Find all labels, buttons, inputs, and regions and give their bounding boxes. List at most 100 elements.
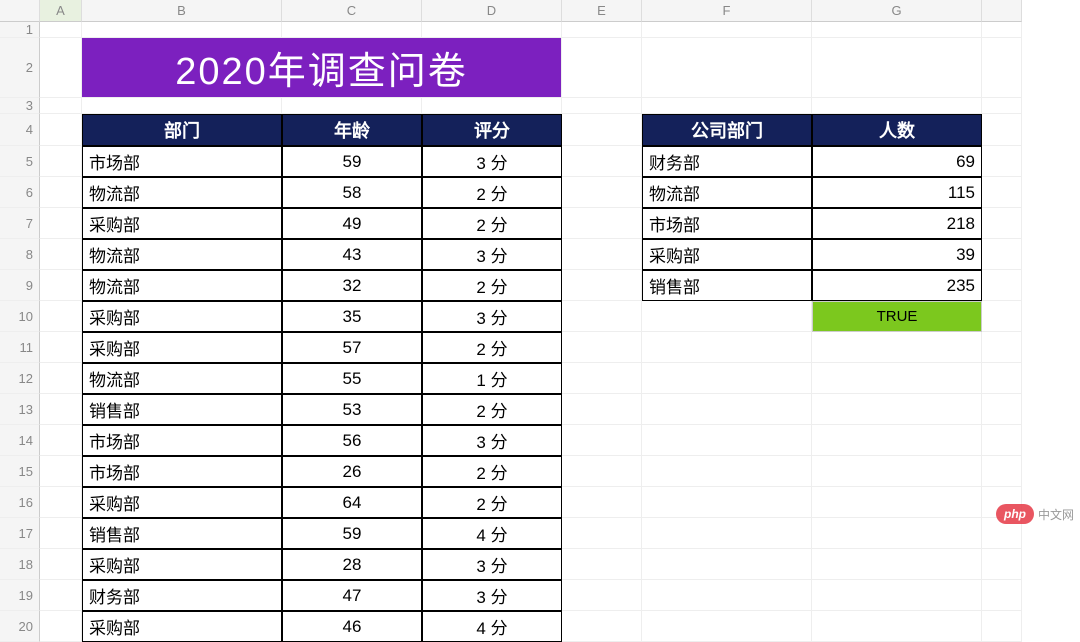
main-cell-dept-6[interactable]: 采购部 — [82, 332, 282, 363]
main-cell-dept-14[interactable]: 财务部 — [82, 580, 282, 611]
row-header-13[interactable]: 13 — [0, 394, 40, 425]
cell-H3[interactable] — [982, 98, 1022, 114]
cell-A16[interactable] — [40, 487, 82, 518]
cell-H19[interactable] — [982, 580, 1022, 611]
cell-G14[interactable] — [812, 425, 982, 456]
cell-A6[interactable] — [40, 177, 82, 208]
cell-E14[interactable] — [562, 425, 642, 456]
cell-H9[interactable] — [982, 270, 1022, 301]
cell-H18[interactable] — [982, 549, 1022, 580]
main-cell-age-10[interactable]: 26 — [282, 456, 422, 487]
main-cell-score-10[interactable]: 2 分 — [422, 456, 562, 487]
cell-A9[interactable] — [40, 270, 82, 301]
cell-G2[interactable] — [812, 38, 982, 98]
main-cell-dept-7[interactable]: 物流部 — [82, 363, 282, 394]
row-header-20[interactable]: 20 — [0, 611, 40, 642]
main-cell-age-2[interactable]: 49 — [282, 208, 422, 239]
side-cell-count-0[interactable]: 69 — [812, 146, 982, 177]
cell-D1[interactable] — [422, 22, 562, 38]
cell-H10[interactable] — [982, 301, 1022, 332]
main-cell-score-14[interactable]: 3 分 — [422, 580, 562, 611]
main-cell-dept-12[interactable]: 销售部 — [82, 518, 282, 549]
cell-G12[interactable] — [812, 363, 982, 394]
cell-F15[interactable] — [642, 456, 812, 487]
main-cell-score-0[interactable]: 3 分 — [422, 146, 562, 177]
cell-F19[interactable] — [642, 580, 812, 611]
cell-F20[interactable] — [642, 611, 812, 642]
cell-A2[interactable] — [40, 38, 82, 98]
row-header-3[interactable]: 3 — [0, 98, 40, 114]
row-header-1[interactable]: 1 — [0, 22, 40, 38]
main-cell-score-4[interactable]: 2 分 — [422, 270, 562, 301]
main-cell-dept-13[interactable]: 采购部 — [82, 549, 282, 580]
main-cell-dept-11[interactable]: 采购部 — [82, 487, 282, 518]
side-cell-count-3[interactable]: 39 — [812, 239, 982, 270]
main-cell-age-12[interactable]: 59 — [282, 518, 422, 549]
main-cell-score-1[interactable]: 2 分 — [422, 177, 562, 208]
main-header-age[interactable]: 年龄 — [282, 114, 422, 146]
cell-E1[interactable] — [562, 22, 642, 38]
cell-H6[interactable] — [982, 177, 1022, 208]
cell-H1[interactable] — [982, 22, 1022, 38]
side-cell-count-4[interactable]: 235 — [812, 270, 982, 301]
cell-E12[interactable] — [562, 363, 642, 394]
cell-G18[interactable] — [812, 549, 982, 580]
side-cell-dept-0[interactable]: 财务部 — [642, 146, 812, 177]
cell-E17[interactable] — [562, 518, 642, 549]
cell-F1[interactable] — [642, 22, 812, 38]
cell-F3[interactable] — [642, 98, 812, 114]
cell-H4[interactable] — [982, 114, 1022, 146]
cell-A17[interactable] — [40, 518, 82, 549]
cell-E7[interactable] — [562, 208, 642, 239]
row-header-8[interactable]: 8 — [0, 239, 40, 270]
survey-title[interactable]: 2020年调查问卷 — [82, 38, 562, 98]
main-cell-score-12[interactable]: 4 分 — [422, 518, 562, 549]
row-header-9[interactable]: 9 — [0, 270, 40, 301]
cell-F18[interactable] — [642, 549, 812, 580]
cell-B3[interactable] — [82, 98, 282, 114]
main-cell-score-7[interactable]: 1 分 — [422, 363, 562, 394]
row-header-10[interactable]: 10 — [0, 301, 40, 332]
cell-E15[interactable] — [562, 456, 642, 487]
main-cell-age-15[interactable]: 46 — [282, 611, 422, 642]
main-cell-age-5[interactable]: 35 — [282, 301, 422, 332]
main-header-score[interactable]: 评分 — [422, 114, 562, 146]
cell-E8[interactable] — [562, 239, 642, 270]
main-cell-score-3[interactable]: 3 分 — [422, 239, 562, 270]
cell-F17[interactable] — [642, 518, 812, 549]
cell-E13[interactable] — [562, 394, 642, 425]
select-all-corner[interactable] — [0, 0, 40, 22]
row-header-4[interactable]: 4 — [0, 114, 40, 146]
cell-F12[interactable] — [642, 363, 812, 394]
side-header-dept[interactable]: 公司部门 — [642, 114, 812, 146]
cell-A19[interactable] — [40, 580, 82, 611]
row-header-7[interactable]: 7 — [0, 208, 40, 239]
cell-C1[interactable] — [282, 22, 422, 38]
side-cell-count-1[interactable]: 115 — [812, 177, 982, 208]
cell-G1[interactable] — [812, 22, 982, 38]
main-cell-dept-5[interactable]: 采购部 — [82, 301, 282, 332]
cell-H7[interactable] — [982, 208, 1022, 239]
column-header-B[interactable]: B — [82, 0, 282, 22]
row-header-15[interactable]: 15 — [0, 456, 40, 487]
main-cell-dept-3[interactable]: 物流部 — [82, 239, 282, 270]
main-cell-age-1[interactable]: 58 — [282, 177, 422, 208]
main-cell-age-14[interactable]: 47 — [282, 580, 422, 611]
cell-H5[interactable] — [982, 146, 1022, 177]
main-cell-score-13[interactable]: 3 分 — [422, 549, 562, 580]
cell-C3[interactable] — [282, 98, 422, 114]
main-cell-age-4[interactable]: 32 — [282, 270, 422, 301]
cell-F10[interactable] — [642, 301, 812, 332]
cell-G11[interactable] — [812, 332, 982, 363]
main-cell-score-9[interactable]: 3 分 — [422, 425, 562, 456]
spreadsheet-grid[interactable]: ABCDEFG122020年调查问卷34部门年龄评分公司部门人数5市场部593 … — [0, 0, 1080, 642]
side-cell-dept-3[interactable]: 采购部 — [642, 239, 812, 270]
main-cell-age-6[interactable]: 57 — [282, 332, 422, 363]
main-cell-dept-4[interactable]: 物流部 — [82, 270, 282, 301]
side-cell-count-2[interactable]: 218 — [812, 208, 982, 239]
column-header-C[interactable]: C — [282, 0, 422, 22]
main-cell-score-15[interactable]: 4 分 — [422, 611, 562, 642]
cell-A10[interactable] — [40, 301, 82, 332]
cell-A3[interactable] — [40, 98, 82, 114]
cell-A7[interactable] — [40, 208, 82, 239]
